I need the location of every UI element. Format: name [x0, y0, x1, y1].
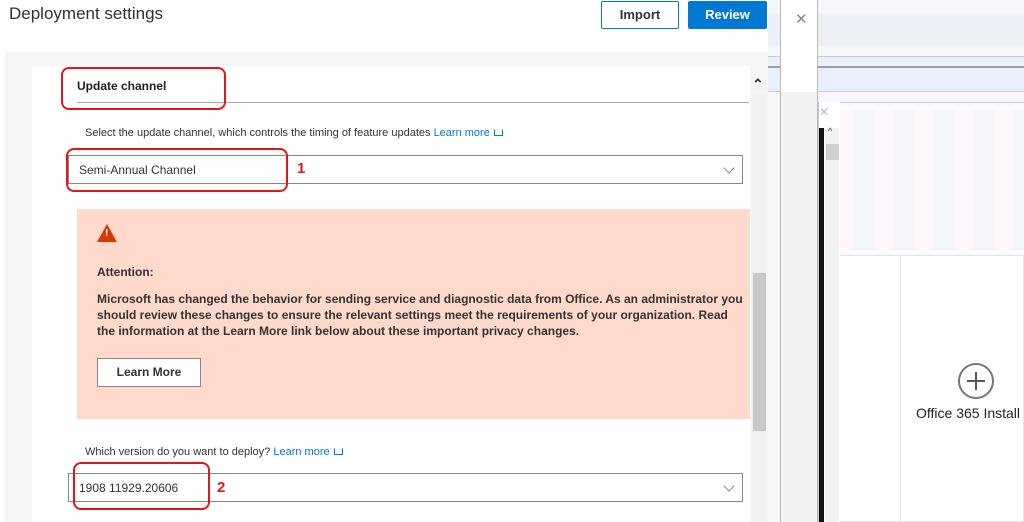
stacked-panel-inner: ✕ ^ — [818, 102, 840, 522]
annotation-callout-1 — [66, 148, 288, 192]
review-button[interactable]: Review — [688, 1, 767, 29]
background-stripes — [834, 110, 1024, 250]
attention-body: Microsoft has changed the behavior for s… — [97, 292, 743, 338]
warning-icon: ! — [97, 224, 117, 242]
attention-heading: Attention: — [97, 265, 154, 279]
scroll-thumb[interactable] — [826, 144, 839, 160]
office-install-label: Office 365 Install — [916, 405, 1021, 421]
external-link-icon — [493, 129, 503, 136]
learn-more-button[interactable]: Learn More — [97, 358, 201, 387]
screen: Office 365 Install ✕ ✕ ^ Deployment sett… — [0, 0, 1024, 522]
deployment-settings-blade: Deployment settings Import Review Update… — [0, 0, 768, 522]
learn-more-link-text[interactable]: Learn more — [273, 446, 329, 458]
external-link-icon — [333, 448, 343, 455]
annotation-number-1: 1 — [297, 160, 306, 177]
version-label-text: Which version do you want to deploy? — [85, 446, 271, 458]
annotation-callout-2 — [73, 462, 210, 510]
learn-more-link-text[interactable]: Learn more — [434, 127, 490, 139]
learn-more-link[interactable]: Learn more — [434, 127, 503, 139]
page-title: Deployment settings — [9, 4, 164, 23]
chevron-down-icon[interactable] — [723, 480, 735, 492]
close-icon[interactable]: ✕ — [819, 105, 829, 119]
version-label: Which version do you want to deploy? Lea… — [85, 446, 343, 458]
add-icon[interactable] — [958, 363, 994, 399]
attention-message-bar: ! Attention: Microsoft has changed the b… — [77, 209, 750, 419]
learn-more-link[interactable]: Learn more — [273, 446, 343, 458]
scroll-thumb[interactable] — [753, 273, 766, 431]
stacked-panel: ✕ — [780, 0, 818, 522]
scrollbar[interactable] — [752, 95, 766, 522]
update-channel-label-text: Select the update channel, which control… — [85, 127, 431, 139]
annotation-number-2: 2 — [217, 479, 226, 496]
panel-edge — [819, 128, 824, 522]
scroll-up-icon[interactable]: ^ — [828, 126, 832, 136]
scrollbar[interactable]: ^ — [825, 126, 839, 522]
close-icon[interactable]: ✕ — [795, 10, 808, 28]
chevron-up-icon[interactable]: ⌃ — [752, 76, 764, 93]
annotation-callout-section — [61, 67, 226, 110]
chevron-down-icon[interactable] — [723, 162, 735, 174]
import-button[interactable]: Import — [601, 1, 679, 29]
update-channel-label: Select the update channel, which control… — [85, 127, 503, 139]
